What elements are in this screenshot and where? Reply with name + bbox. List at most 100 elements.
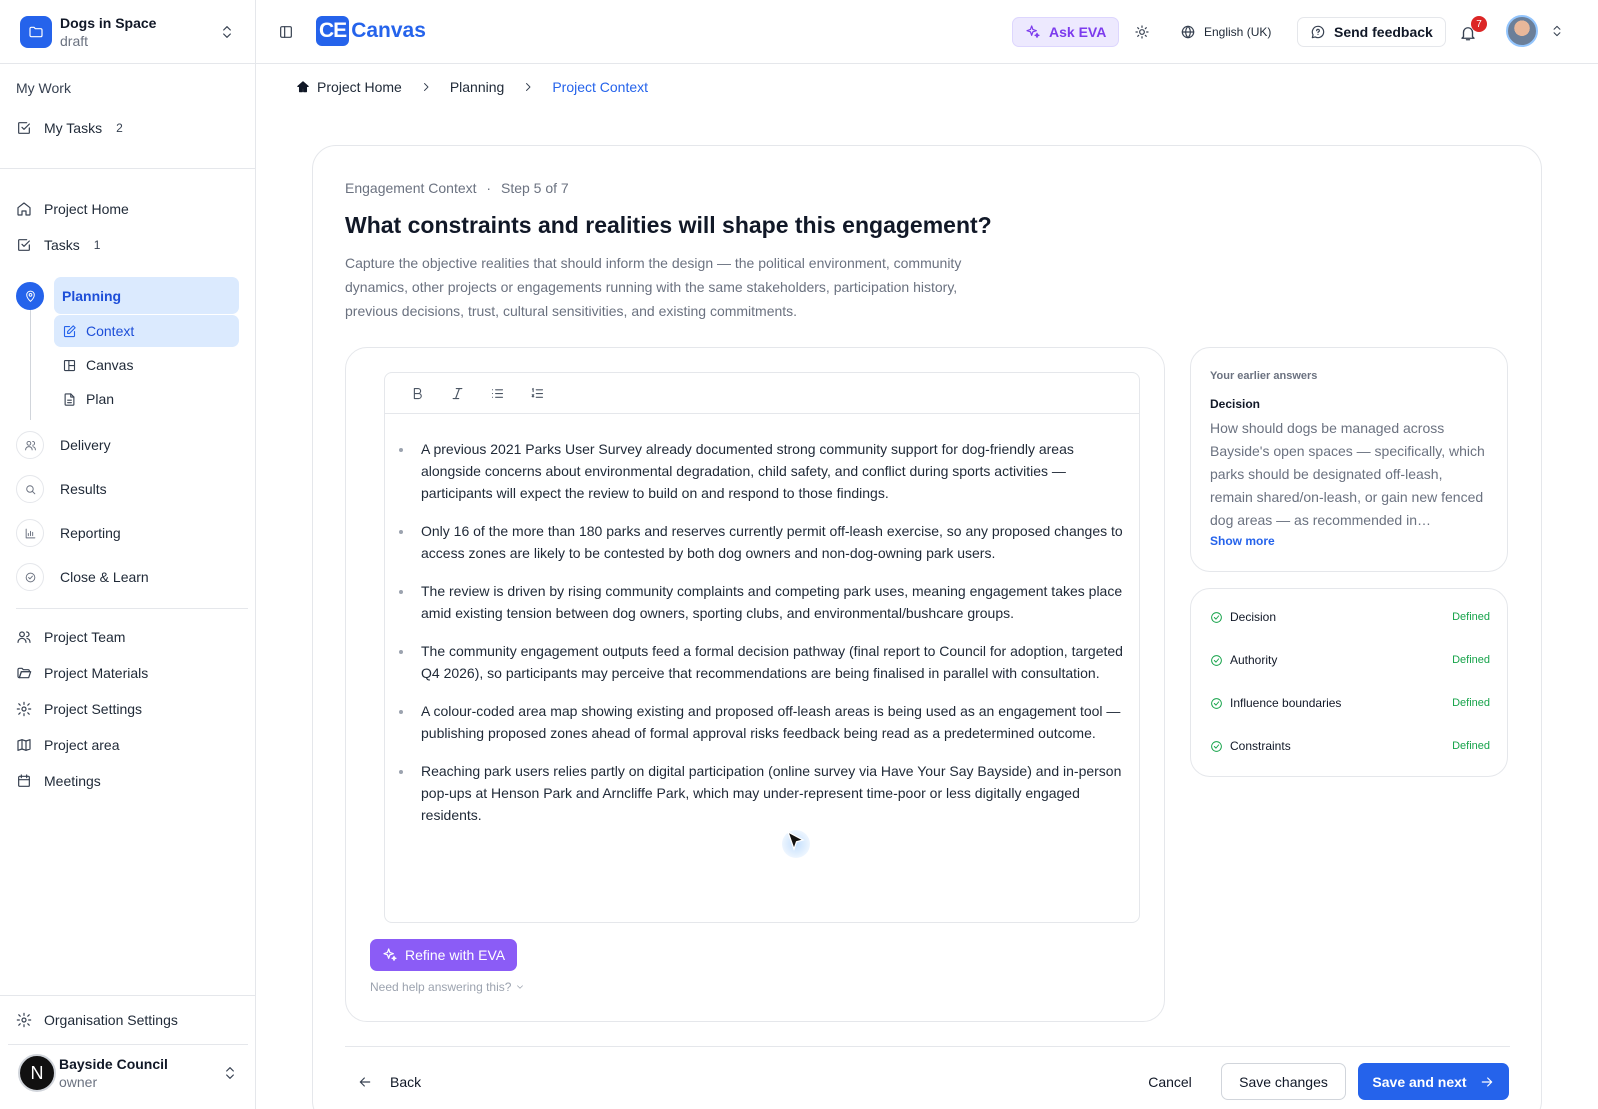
- bullet-list-button[interactable]: [477, 378, 517, 408]
- cancel-button[interactable]: Cancel: [1130, 1064, 1210, 1100]
- show-more-link[interactable]: Show more: [1210, 534, 1275, 548]
- sidebar-item-project-settings[interactable]: Project Settings: [16, 697, 142, 721]
- numbered-list-button[interactable]: [517, 378, 557, 408]
- sparkles-icon: [383, 948, 397, 961]
- sidebar: Dogs in Space draft My Work My Tasks 2 P…: [0, 0, 256, 1109]
- check-circle-icon: [16, 563, 44, 591]
- sidebar-item-label: Reporting: [60, 525, 121, 541]
- list-item: Reaching park users relies partly on dig…: [399, 760, 1123, 826]
- folder-open-icon: [17, 667, 32, 679]
- list-item: The review is driven by rising community…: [399, 580, 1123, 624]
- italic-icon: [452, 387, 462, 399]
- italic-button[interactable]: [437, 378, 477, 408]
- sidebar-item-organisation-settings[interactable]: Organisation Settings: [16, 1008, 178, 1032]
- sidebar-item-project-team[interactable]: Project Team: [16, 625, 125, 649]
- save-changes-button[interactable]: Save changes: [1221, 1063, 1346, 1100]
- arrow-right-icon: [1481, 1076, 1492, 1087]
- map-icon: [17, 739, 31, 751]
- save-and-next-button[interactable]: Save and next: [1358, 1063, 1509, 1100]
- step-indicator: Engagement Context · Step 5 of 7: [345, 180, 569, 196]
- status-badge: Defined: [1452, 654, 1490, 666]
- sidebar-item-close-learn[interactable]: Close & Learn: [16, 563, 149, 591]
- sidebar-item-canvas[interactable]: Canvas: [54, 349, 239, 381]
- sidebar-item-label: Close & Learn: [60, 569, 149, 585]
- status-row-influence-boundaries[interactable]: Influence boundaries Defined: [1210, 693, 1490, 713]
- notifications-button[interactable]: 7: [1459, 16, 1487, 42]
- ask-eva-button[interactable]: Ask EVA: [1012, 17, 1120, 47]
- status-label: Constraints: [1230, 739, 1291, 753]
- bold-button[interactable]: [397, 378, 437, 408]
- message-circle-icon: [1311, 25, 1325, 39]
- sidebar-item-reporting[interactable]: Reporting: [16, 519, 121, 547]
- status-row-decision[interactable]: Decision Defined: [1210, 607, 1490, 627]
- check-circle-icon: [1211, 611, 1222, 623]
- sidebar-item-context[interactable]: Context: [54, 315, 239, 347]
- breadcrumb-planning[interactable]: Planning: [450, 79, 505, 95]
- breadcrumb-project-home[interactable]: Project Home: [317, 79, 402, 95]
- sidebar-item-label: Meetings: [44, 773, 101, 789]
- app-logo[interactable]: CE Canvas: [316, 16, 426, 46]
- sidebar-item-project-materials[interactable]: Project Materials: [16, 661, 148, 685]
- sidebar-item-project-area[interactable]: Project area: [16, 733, 119, 757]
- status-badge: Defined: [1452, 611, 1490, 623]
- logo-text: Canvas: [351, 19, 426, 42]
- sidebar-item-tasks[interactable]: Tasks 1: [16, 233, 100, 257]
- language-selector[interactable]: English (UK): [1180, 24, 1271, 40]
- search-icon: [16, 475, 44, 503]
- check-square-icon: [18, 239, 30, 251]
- sidebar-item-planning[interactable]: Planning: [54, 277, 239, 314]
- check-circle-icon: [1211, 697, 1222, 709]
- sidebar-item-label: Project Materials: [44, 665, 149, 681]
- sidebar-item-label: Tasks: [44, 237, 80, 253]
- gear-icon: [16, 701, 32, 717]
- status-row-constraints[interactable]: Constraints Defined: [1210, 736, 1490, 756]
- sidebar-item-label: Organisation Settings: [44, 1012, 178, 1028]
- organisation-role: owner: [59, 1074, 98, 1090]
- status-badge: Defined: [1452, 697, 1490, 709]
- breadcrumb-current: Project Context: [552, 79, 649, 95]
- sidebar-item-results[interactable]: Results: [16, 475, 107, 503]
- folder-icon: [20, 15, 52, 48]
- sidebar-item-project-home[interactable]: Project Home: [16, 197, 129, 221]
- sidebar-item-my-tasks[interactable]: My Tasks 2: [16, 116, 123, 140]
- sidebar-toggle-button[interactable]: [278, 24, 294, 40]
- map-pin-icon: [16, 282, 44, 310]
- question-description: Capture the objective realities that sho…: [345, 255, 962, 319]
- help-toggle[interactable]: Need help answering this?: [370, 980, 525, 994]
- sidebar-item-meetings[interactable]: Meetings: [16, 769, 101, 793]
- check-circle-icon: [1211, 740, 1222, 752]
- refine-with-eva-button[interactable]: Refine with EVA: [370, 939, 518, 971]
- back-button[interactable]: Back: [357, 1070, 421, 1094]
- bold-icon: [413, 387, 422, 399]
- logo-mark: CE: [316, 16, 350, 46]
- list-icon: [491, 388, 503, 398]
- answer-list[interactable]: A previous 2021 Parks User Survey alread…: [385, 414, 1139, 826]
- send-feedback-label: Send feedback: [1334, 24, 1433, 40]
- theme-toggle-button[interactable]: [1134, 24, 1150, 40]
- tree-line: [30, 304, 31, 420]
- send-feedback-button[interactable]: Send feedback: [1297, 17, 1446, 47]
- rich-text-editor[interactable]: A previous 2021 Parks User Survey alread…: [384, 372, 1140, 923]
- bar-chart-icon: [16, 519, 44, 547]
- avatar: N: [18, 1054, 56, 1092]
- project-switcher[interactable]: Dogs in Space draft: [0, 0, 255, 64]
- separator: ·: [486, 180, 492, 196]
- organisation-switcher[interactable]: N Bayside Council owner: [8, 1045, 248, 1101]
- status-label: Influence boundaries: [1230, 696, 1342, 710]
- task-count-badge: 1: [93, 238, 101, 252]
- sidebar-item-delivery[interactable]: Delivery: [16, 431, 111, 459]
- organisation-name: Bayside Council: [59, 1056, 168, 1072]
- section-name: Engagement Context: [345, 180, 477, 196]
- earlier-answer-title: Decision: [1210, 397, 1261, 411]
- project-status: draft: [60, 32, 89, 49]
- home-icon: [17, 202, 31, 216]
- breadcrumb: Project Home Planning Project Context: [296, 76, 648, 98]
- status-row-authority[interactable]: Authority Defined: [1210, 650, 1490, 670]
- mouse-pointer-icon: [786, 830, 805, 851]
- sidebar-item-plan[interactable]: Plan: [54, 383, 239, 415]
- sidebar-item-label: Context: [86, 323, 135, 339]
- refine-label: Refine with EVA: [405, 947, 506, 963]
- user-menu[interactable]: [1506, 15, 1564, 47]
- back-label: Back: [390, 1074, 422, 1090]
- list-item: The community engagement outputs feed a …: [399, 640, 1123, 684]
